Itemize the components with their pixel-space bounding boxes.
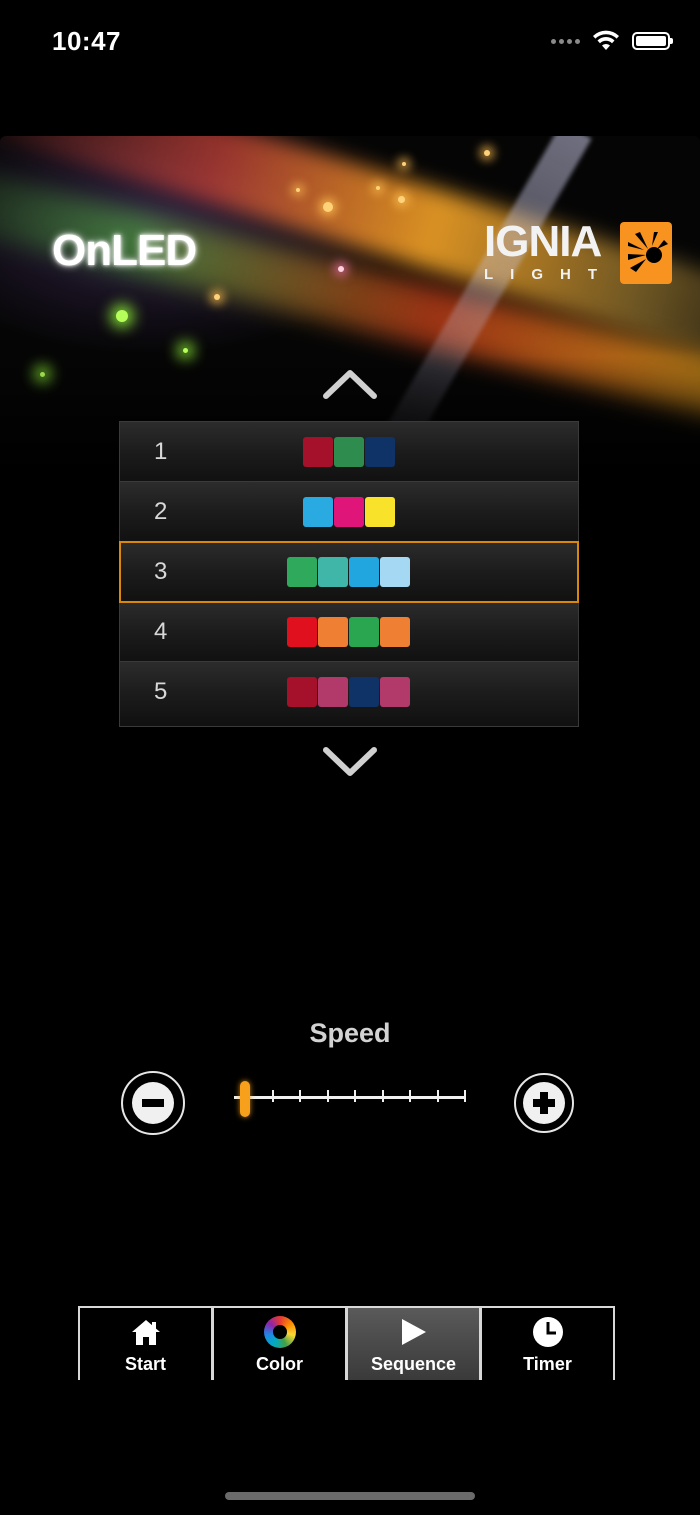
home-indicator <box>225 1492 475 1500</box>
onled-logo: OnLED <box>52 226 197 275</box>
color-swatch <box>287 617 317 647</box>
sequence-row-5[interactable]: 5 <box>120 662 578 723</box>
ignia-light-logo: IGNIA LIGHT <box>484 220 672 284</box>
color-swatch <box>318 617 348 647</box>
sequence-list: 1 2 3 4 5 <box>119 421 579 727</box>
chevron-down-icon <box>323 747 377 776</box>
ignia-sun-icon <box>620 222 672 284</box>
color-swatch <box>349 677 379 707</box>
clock-icon <box>532 1316 564 1348</box>
plus-icon <box>523 1082 565 1124</box>
scroll-down-button[interactable] <box>322 745 378 779</box>
chevron-up-icon <box>323 370 377 399</box>
tab-timer[interactable]: Timer <box>480 1306 615 1380</box>
color-swatch <box>333 437 364 467</box>
status-time: 10:47 <box>52 26 121 56</box>
slider-tick <box>271 1090 274 1102</box>
speed-decrease-button[interactable] <box>121 1071 185 1135</box>
sequence-swatches <box>120 677 578 707</box>
speed-increase-button[interactable] <box>514 1073 574 1133</box>
color-swatch <box>318 677 348 707</box>
color-swatch <box>287 557 317 587</box>
slider-tick <box>381 1090 384 1102</box>
scroll-up-button[interactable] <box>322 366 378 400</box>
tab-bar: Start Color Sequence Timer <box>78 1306 622 1380</box>
tab-sequence[interactable]: Sequence <box>346 1306 481 1380</box>
tab-label: Sequence <box>370 1354 457 1374</box>
slider-tick <box>326 1090 329 1102</box>
color-swatch <box>302 437 333 467</box>
speed-slider[interactable] <box>234 1081 466 1117</box>
speed-label: Speed <box>309 1018 391 1048</box>
sequence-row-1[interactable]: 1 <box>120 422 578 482</box>
color-swatch <box>380 557 410 587</box>
color-swatch <box>333 497 364 527</box>
brand-sub: LIGHT <box>484 266 614 283</box>
color-swatch <box>380 617 410 647</box>
status-indicators <box>551 30 673 52</box>
tab-color[interactable]: Color <box>212 1306 347 1380</box>
brand-name: IGNIA <box>484 217 602 266</box>
color-swatch <box>349 617 379 647</box>
color-swatch <box>364 437 395 467</box>
sequence-row-4[interactable]: 4 <box>120 602 578 662</box>
sequence-swatches <box>120 617 578 647</box>
sequence-row-3[interactable]: 3 <box>119 541 579 603</box>
tab-label: Timer <box>523 1354 572 1374</box>
color-swatch <box>380 677 410 707</box>
slider-tick <box>354 1090 356 1102</box>
home-icon <box>130 1316 162 1348</box>
sequence-row-2[interactable]: 2 <box>120 482 578 542</box>
color-swatch <box>364 497 395 527</box>
battery-icon <box>632 32 673 50</box>
play-icon <box>398 1316 430 1348</box>
minus-icon <box>132 1082 174 1124</box>
color-swatch <box>302 497 333 527</box>
color-swatch <box>318 557 348 587</box>
sequence-swatches <box>120 557 578 587</box>
slider-tick <box>299 1090 301 1102</box>
slider-tick <box>464 1090 466 1102</box>
cellular-signal-icon <box>551 38 580 44</box>
color-swatch <box>349 557 379 587</box>
tab-label: Start <box>124 1354 166 1374</box>
slider-track <box>234 1096 466 1099</box>
sequence-swatches <box>120 437 578 467</box>
tab-start[interactable]: Start <box>78 1306 213 1380</box>
slider-thumb[interactable] <box>240 1081 250 1117</box>
wifi-icon <box>593 30 619 50</box>
sequence-swatches <box>120 497 578 527</box>
color-swatch <box>287 677 317 707</box>
tab-label: Color <box>256 1354 303 1374</box>
slider-tick <box>436 1090 439 1102</box>
color-wheel-icon <box>263 1316 296 1348</box>
slider-tick <box>409 1090 411 1102</box>
